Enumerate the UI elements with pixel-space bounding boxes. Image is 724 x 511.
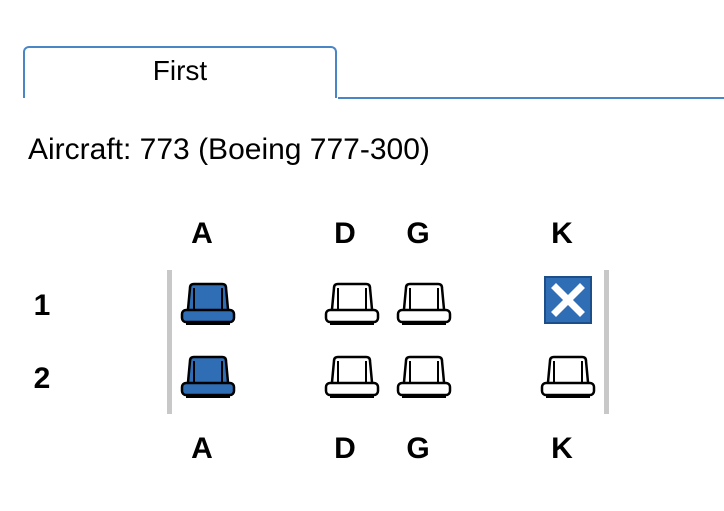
column-label-top: K <box>551 217 573 250</box>
seat-2A[interactable] <box>180 353 236 403</box>
column-label-bottom: K <box>551 432 573 465</box>
right-bulkhead-divider <box>604 270 609 414</box>
tab-first-class[interactable]: First <box>23 46 337 98</box>
row-label: 1 <box>33 289 51 322</box>
column-label-top: A <box>191 217 213 250</box>
seat-2D[interactable] <box>324 353 380 403</box>
row-label: 2 <box>33 362 51 395</box>
left-bulkhead-divider <box>167 270 172 414</box>
seat-map-page: First Aircraft: 773 (Boeing 777-300) A D… <box>0 0 724 511</box>
column-label-bottom: G <box>406 432 430 465</box>
seat-1A[interactable] <box>180 280 236 330</box>
seat-1G[interactable] <box>396 280 452 330</box>
column-label-top: D <box>334 217 356 250</box>
tab-bar-line <box>338 97 724 99</box>
seat-2G[interactable] <box>396 353 452 403</box>
column-label-bottom: D <box>334 432 356 465</box>
column-label-bottom: A <box>191 432 213 465</box>
seat-1D[interactable] <box>324 280 380 330</box>
seat-2K[interactable] <box>540 353 596 403</box>
seat-1K-unavailable <box>544 276 592 324</box>
column-label-top: G <box>406 217 430 250</box>
aircraft-info: Aircraft: 773 (Boeing 777-300) <box>28 133 430 166</box>
